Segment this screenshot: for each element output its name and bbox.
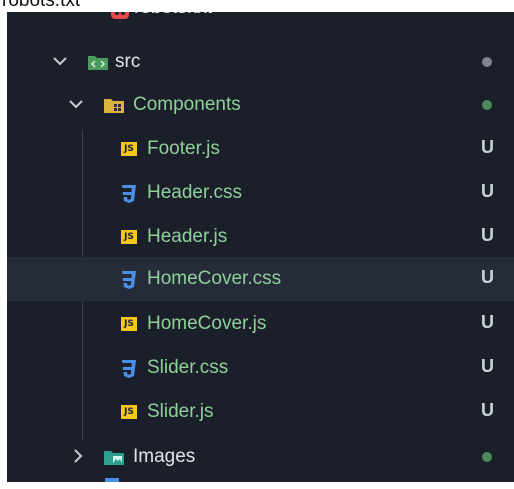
file-label: Header.css bbox=[147, 182, 243, 203]
js-file-icon: JS bbox=[121, 405, 137, 419]
file-label: HomeCover.js bbox=[147, 313, 267, 334]
git-status-badge: U bbox=[481, 400, 494, 420]
git-status-badge: U bbox=[481, 225, 494, 245]
components-label: Components bbox=[133, 94, 241, 115]
js-file-icon: JS bbox=[121, 142, 137, 156]
css-file-icon bbox=[122, 185, 136, 203]
git-status-badge: U bbox=[481, 137, 494, 157]
modified-dot bbox=[482, 57, 492, 67]
file-label: Footer.js bbox=[147, 138, 220, 159]
tree-item-slider-js[interactable]: JS Slider.js U bbox=[7, 390, 514, 434]
tree-item-components[interactable]: Components bbox=[7, 83, 514, 127]
images-folder-icon bbox=[104, 451, 124, 465]
git-status-badge: U bbox=[481, 356, 494, 376]
src-label: src bbox=[115, 51, 141, 72]
components-folder-icon bbox=[104, 99, 124, 113]
tree-item-slider-css[interactable]: Slider.css U bbox=[7, 346, 514, 390]
file-label: Slider.css bbox=[147, 357, 229, 378]
file-label: HomeCover.css bbox=[147, 268, 282, 289]
css-file-icon bbox=[122, 271, 136, 289]
tree-item-homecover-js[interactable]: JS HomeCover.js U bbox=[7, 302, 514, 346]
robots-label: robots.txt bbox=[134, 12, 212, 19]
bottom-margin bbox=[0, 482, 514, 489]
git-status-badge: U bbox=[481, 267, 494, 287]
js-file-icon: JS bbox=[121, 230, 137, 244]
tree-item-src[interactable]: src bbox=[7, 40, 514, 84]
git-status-badge: U bbox=[481, 312, 494, 332]
file-label: Header.js bbox=[147, 226, 228, 247]
untracked-dot bbox=[482, 100, 492, 110]
robots-file-label: robots.txt bbox=[2, 0, 81, 11]
chevron-right-icon bbox=[74, 449, 83, 463]
tree-item-homecover-css[interactable]: HomeCover.css U bbox=[7, 257, 514, 301]
src-folder-icon bbox=[88, 56, 108, 70]
css-file-icon bbox=[122, 360, 136, 378]
untracked-dot bbox=[482, 452, 492, 462]
tree-item-header-css[interactable]: Header.css U bbox=[7, 171, 514, 215]
tree-item-footer-js[interactable]: JS Footer.js U bbox=[7, 127, 514, 171]
partial-robots-row: robots.txt bbox=[0, 0, 514, 12]
file-explorer-panel: robots.txt src Components JS Footer.js U bbox=[7, 12, 514, 482]
git-status-badge: U bbox=[481, 181, 494, 201]
chevron-down-icon bbox=[53, 57, 67, 66]
images-label: Images bbox=[133, 446, 196, 467]
tree-item-robots[interactable]: robots.txt bbox=[7, 12, 514, 30]
chevron-down-icon bbox=[69, 100, 83, 109]
js-file-icon: JS bbox=[121, 317, 137, 331]
tree-item-header-js[interactable]: JS Header.js U bbox=[7, 215, 514, 259]
tree-item-images[interactable]: Images bbox=[7, 435, 514, 479]
robot-icon bbox=[111, 12, 129, 19]
file-label: Slider.js bbox=[147, 401, 214, 422]
